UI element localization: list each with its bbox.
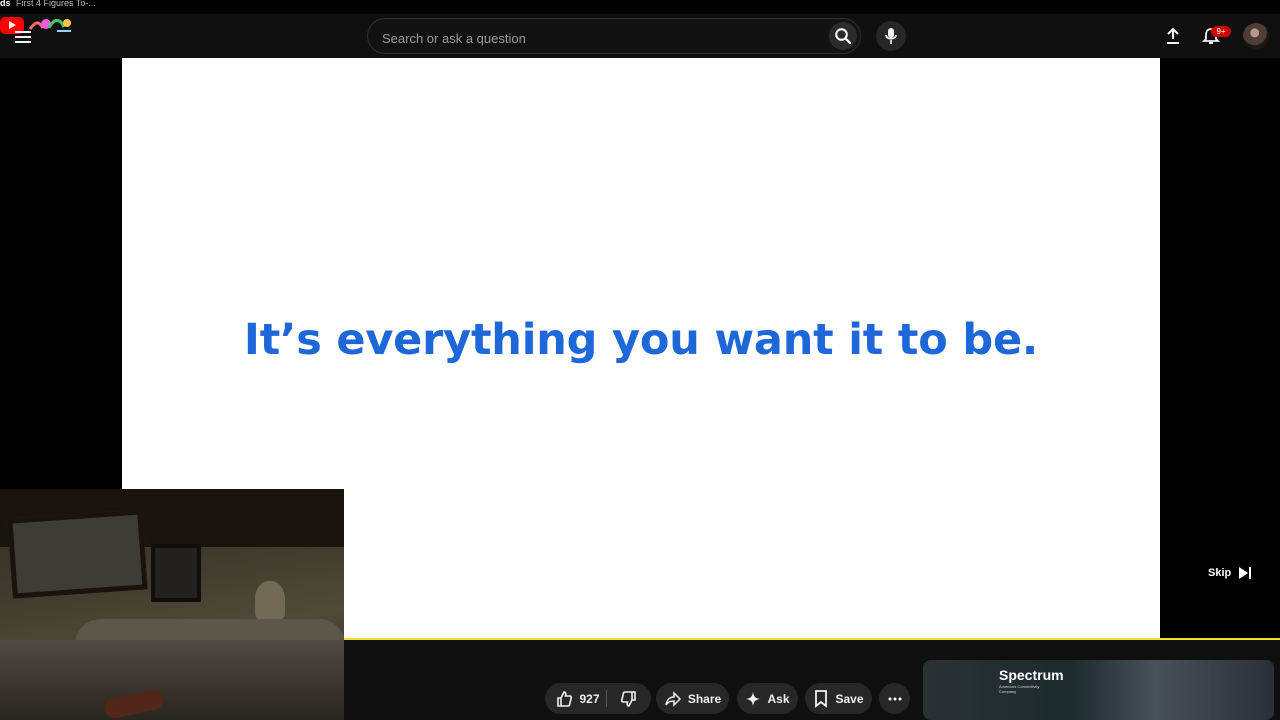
more-horizontal-icon [888,697,901,700]
bookmark-icon [815,689,828,708]
tab-prefix: ds [0,0,11,8]
search-input[interactable] [380,28,804,48]
browser-tab-strip[interactable]: ds First 4 Figures To-... [0,0,1280,14]
tab-title[interactable]: First 4 Figures To-... [16,0,96,8]
upload-icon [1167,27,1179,44]
share-icon [665,690,681,707]
search-icon [835,28,852,45]
like-dislike-segment: 927 [545,683,651,714]
skip-label: Skip [1208,567,1232,579]
doodle-icon [28,16,74,34]
spectrum-logo-text: Spectrum [999,667,1064,683]
like-divider [606,690,607,707]
like-count: 927 [579,691,600,706]
share-label: Share [687,691,722,706]
search-button[interactable] [829,22,857,50]
more-actions-button[interactable] [879,683,910,714]
dislike-button[interactable] [612,683,646,714]
save-label: Save [835,691,864,706]
ask-button[interactable]: Ask [737,683,798,714]
thumbs-down-icon [620,690,636,707]
voice-search-button[interactable] [876,21,906,51]
microphone-icon [885,28,897,44]
like-button[interactable]: 927 [550,683,605,714]
thumbs-up-icon [557,690,573,707]
notification-badge: 9+ [1211,26,1231,37]
youtube-masthead: 9+ [0,14,1280,58]
skip-next-icon [1239,567,1252,579]
avatar[interactable] [1243,23,1269,49]
recommended-video-thumbnail[interactable]: Spectrum America's Connectivity Company [923,660,1274,720]
search-box[interactable] [367,18,861,54]
skip-ad-button[interactable]: Skip [1208,560,1253,586]
share-button[interactable]: Share [656,683,729,714]
webcam-overlay [0,489,344,720]
save-button[interactable]: Save [805,683,872,714]
sparkle-icon [746,691,761,706]
create-button[interactable] [1160,23,1186,49]
ask-label: Ask [767,691,790,706]
ad-message: It’s everything you want it to be. [243,315,1039,365]
spectrum-tagline: America's Connectivity Company [999,684,1040,694]
